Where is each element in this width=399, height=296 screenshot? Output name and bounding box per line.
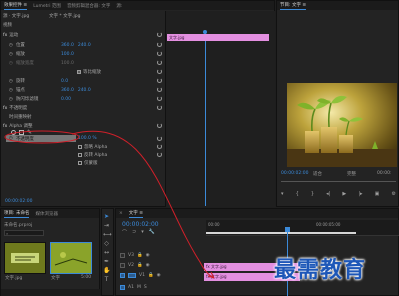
watermark-logo: 最需教育 xyxy=(274,257,367,283)
